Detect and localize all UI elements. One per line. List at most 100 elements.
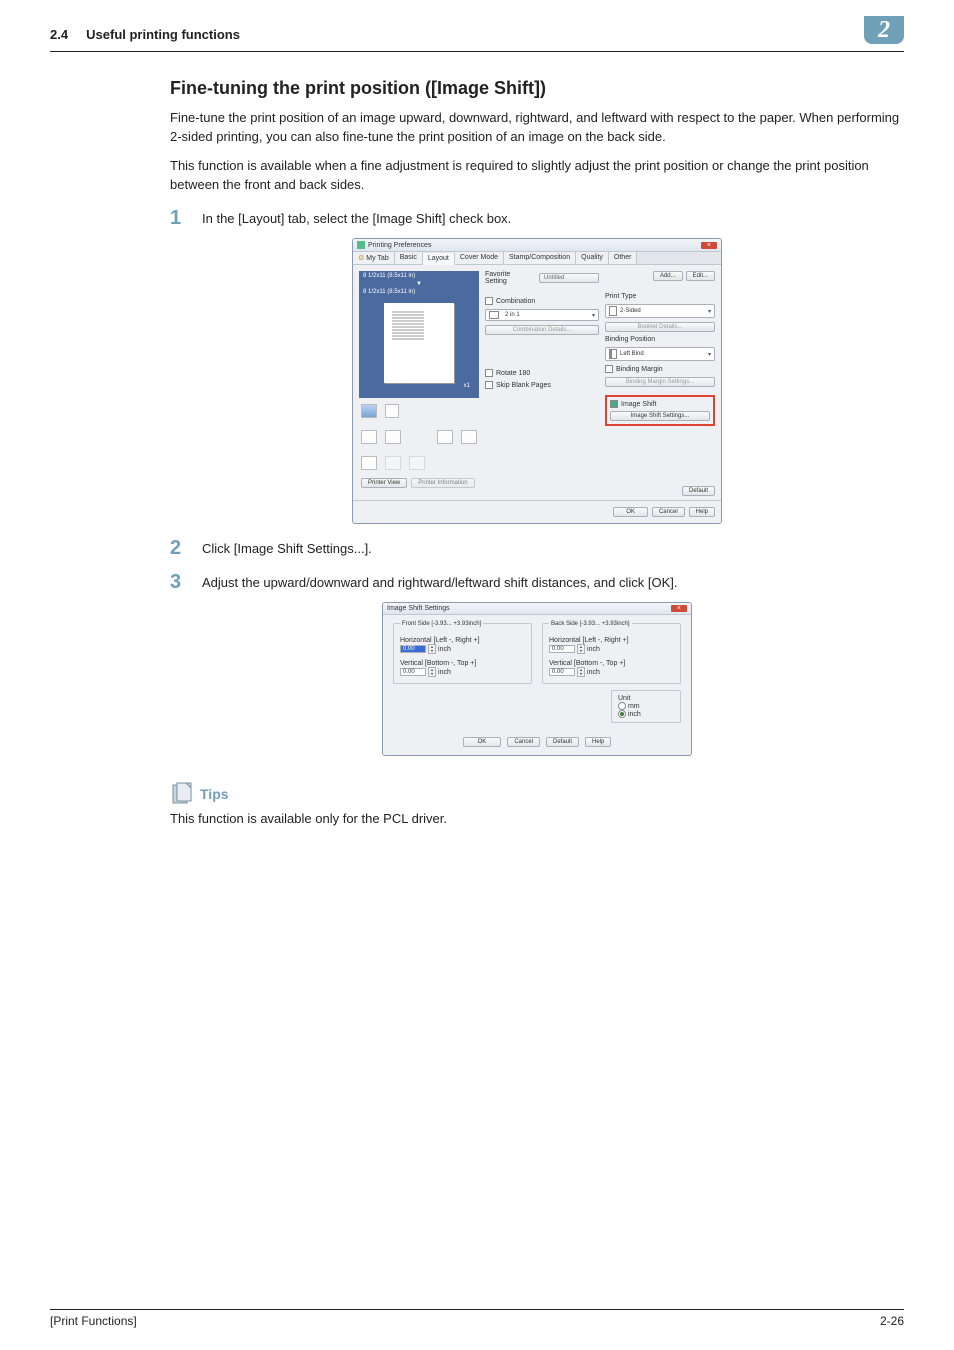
combination-checkbox[interactable] <box>485 297 493 305</box>
printing-preferences-dialog: Printing Preferences × ⚙My Tab Basic Lay… <box>352 238 722 524</box>
combination-label: Combination <box>496 298 535 305</box>
back-vt-input[interactable]: 0.00 <box>549 668 575 676</box>
sheet-icon <box>609 306 617 316</box>
dialog-title: Printing Preferences <box>368 242 431 249</box>
unit-group: Unit mm inch <box>611 690 681 723</box>
cancel-button[interactable]: Cancel <box>507 737 540 747</box>
front-vt-input[interactable]: 0.00 <box>400 668 426 676</box>
tips-icon <box>170 782 194 806</box>
image-shift-label: Image Shift <box>621 401 656 408</box>
binding-margin-label: Binding Margin <box>616 366 663 373</box>
tab-other[interactable]: Other <box>609 252 638 264</box>
spinner[interactable]: ▴▾ <box>428 644 436 654</box>
intro-para-2: This function is available when a fine a… <box>170 157 904 195</box>
step-text: In the [Layout] tab, select the [Image S… <box>202 208 511 226</box>
booklet-details-button[interactable]: Booklet Details... <box>605 322 715 332</box>
step-number: 2 <box>170 538 202 558</box>
cancel-button[interactable]: Cancel <box>652 507 685 517</box>
printer-info-button[interactable]: Printer Information <box>411 478 474 488</box>
unit-legend: Unit <box>618 695 674 702</box>
unit-label: inch <box>587 646 600 653</box>
footer-page-number: 2-26 <box>880 1314 904 1328</box>
grid-icon <box>385 404 399 418</box>
running-head: 2.4 Useful printing functions <box>50 27 240 42</box>
tab-cover-mode[interactable]: Cover Mode <box>455 252 504 264</box>
binding-margin-checkbox[interactable] <box>605 365 613 373</box>
tab-mytab[interactable]: ⚙My Tab <box>353 252 395 264</box>
ok-button[interactable]: OK <box>463 737 502 747</box>
front-hz-input[interactable]: 0.00 <box>400 645 426 653</box>
binding-position-select[interactable]: Left Bind▾ <box>605 347 715 361</box>
section-number: 2.4 <box>50 27 68 42</box>
tips-heading: Tips <box>170 782 904 806</box>
section-title-head: Useful printing functions <box>86 27 240 42</box>
unit-mm-radio[interactable] <box>618 702 626 710</box>
tab-layout[interactable]: Layout <box>423 253 455 265</box>
ok-button[interactable]: OK <box>613 507 648 517</box>
printer-icon <box>357 241 365 249</box>
center-column: Favorite Setting Untitled Combination 2 … <box>485 271 599 494</box>
spinner[interactable]: ▴▾ <box>577 644 585 654</box>
back-hz-label: Horizontal [Left -, Right +] <box>549 637 674 644</box>
note-icon <box>361 456 377 470</box>
unit-inch-radio[interactable] <box>618 710 626 718</box>
page-icon <box>437 430 453 444</box>
skip-blank-label: Skip Blank Pages <box>496 382 551 389</box>
spinner[interactable]: ▴▾ <box>428 667 436 677</box>
close-button[interactable]: × <box>701 242 717 249</box>
image-shift-checkbox[interactable] <box>610 400 618 408</box>
step-text: Click [Image Shift Settings...]. <box>202 538 372 556</box>
tab-stamp[interactable]: Stamp/Composition <box>504 252 576 264</box>
binding-margin-settings-button[interactable]: Binding Margin Settings... <box>605 377 715 387</box>
tab-strip: ⚙My Tab Basic Layout Cover Mode Stamp/Co… <box>353 252 721 265</box>
default-button[interactable]: Default <box>546 737 579 747</box>
tab-quality[interactable]: Quality <box>576 252 609 264</box>
front-side-legend: Front Side [-3.93... +3.93inch] <box>400 621 483 627</box>
intro-para-1: Fine-tune the print position of an image… <box>170 109 904 147</box>
back-side-group: Back Side [-3.93... +3.93inch] Horizonta… <box>542 623 681 684</box>
default-button[interactable]: Default <box>682 486 715 496</box>
preview-paper-in: 8 1/2x11 (8.5x11 in) <box>359 271 479 281</box>
print-type-label: Print Type <box>605 293 715 300</box>
preview-scale: x1 <box>365 383 473 392</box>
favorite-setting-value[interactable]: Untitled <box>539 273 599 283</box>
preview-paper-out: 8 1/2x11 (8.5x11 in) <box>359 287 479 297</box>
spinner[interactable]: ▴▾ <box>577 667 585 677</box>
front-vt-label: Vertical [Bottom -, Top +] <box>400 660 525 667</box>
print-type-select[interactable]: 2-Sided▾ <box>605 304 715 318</box>
help-button[interactable]: Help <box>585 737 611 747</box>
image-shift-settings-button[interactable]: Image Shift Settings... <box>610 411 710 421</box>
image-shift-settings-dialog: Image Shift Settings × Front Side [-3.93… <box>382 602 692 756</box>
printer-view-button[interactable]: Printer View <box>361 478 407 488</box>
step-1: 1 In the [Layout] tab, select the [Image… <box>170 208 904 228</box>
help-button[interactable]: Help <box>689 507 715 517</box>
diamond-icon <box>461 430 477 444</box>
page-title: Fine-tuning the print position ([Image S… <box>170 78 904 99</box>
head-icon <box>409 456 425 470</box>
lock-icon <box>385 456 401 470</box>
binding-position-label: Binding Position <box>605 336 715 343</box>
back-side-legend: Back Side [-3.93... +3.93inch] <box>549 621 632 627</box>
doc-icon <box>385 430 401 444</box>
unit-label: inch <box>438 646 451 653</box>
preview-column: 8 1/2x11 (8.5x11 in) ▼ 8 1/2x11 (8.5x11 … <box>359 271 479 494</box>
doc-icon <box>361 430 377 444</box>
rotate-checkbox[interactable] <box>485 369 493 377</box>
rotate-label: Rotate 180 <box>496 370 530 377</box>
add-favorite-button[interactable]: Add... <box>653 271 683 281</box>
bind-icon <box>609 349 617 359</box>
combination-select[interactable]: 2 in 1▾ <box>485 309 599 321</box>
back-vt-label: Vertical [Bottom -, Top +] <box>549 660 674 667</box>
back-hz-input[interactable]: 0.00 <box>549 645 575 653</box>
combination-details-button[interactable]: Combination Details... <box>485 325 599 335</box>
step-number: 3 <box>170 572 202 592</box>
close-button[interactable]: × <box>671 605 687 612</box>
footer-left: [Print Functions] <box>50 1314 137 1328</box>
tab-basic[interactable]: Basic <box>395 252 423 264</box>
unit-mm-label: mm <box>628 703 640 710</box>
layout-icon <box>489 311 499 319</box>
edit-favorite-button[interactable]: Edit... <box>686 271 715 281</box>
skip-blank-checkbox[interactable] <box>485 381 493 389</box>
unit-label: inch <box>438 669 451 676</box>
step-3: 3 Adjust the upward/downward and rightwa… <box>170 572 904 592</box>
